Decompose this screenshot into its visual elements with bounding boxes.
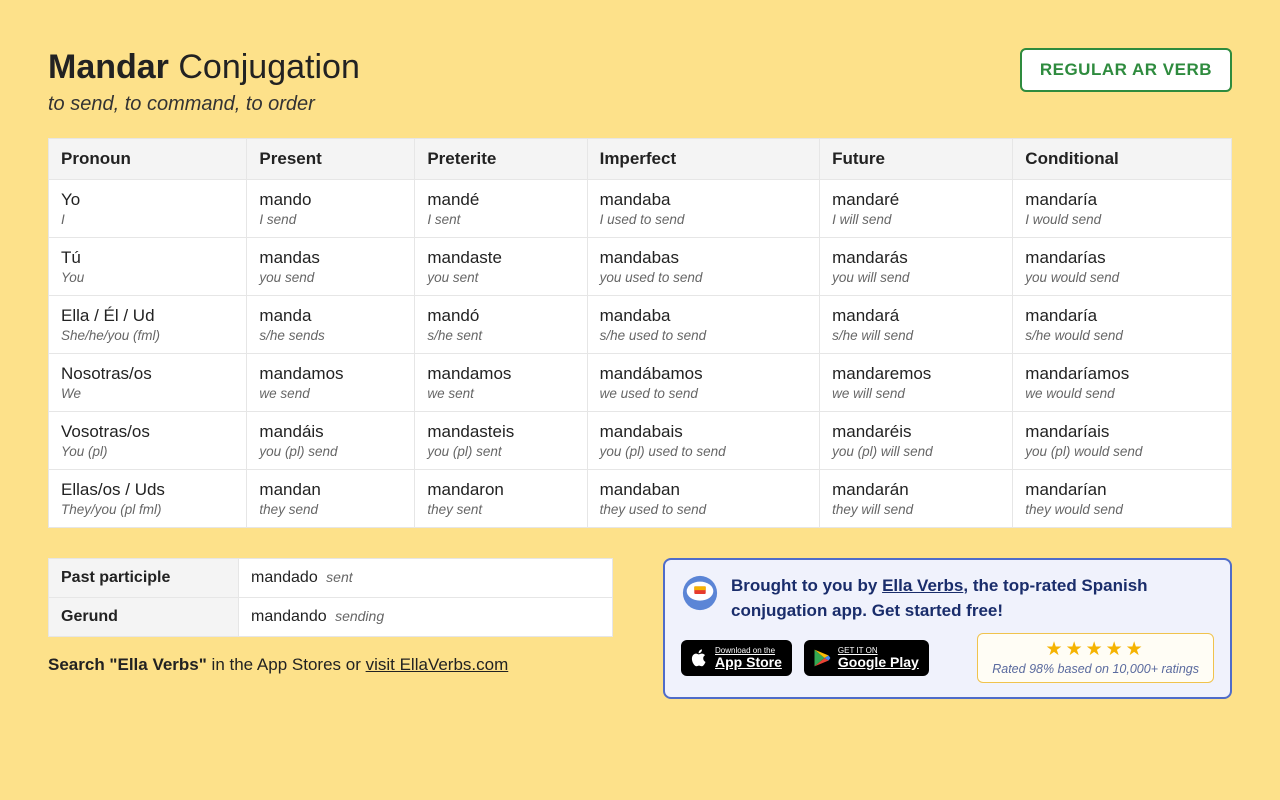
participles-table: Past participlemandado sentGerundmandand… xyxy=(48,558,613,637)
subtitle: to send, to command, to order xyxy=(48,93,360,116)
promo-box: Brought to you by Ella Verbs, the top-ra… xyxy=(663,558,1232,699)
ella-verbs-link[interactable]: Ella Verbs xyxy=(882,576,963,595)
google-play-button[interactable]: GET IT ON Google Play xyxy=(804,640,929,676)
conjugation-cell: mandabas/he used to send xyxy=(587,296,820,354)
page-title: Mandar Conjugation xyxy=(48,48,360,87)
app-store-button[interactable]: Download on the App Store xyxy=(681,640,792,676)
conjugation-cell: mandabanthey used to send xyxy=(587,470,820,528)
conjugation-cell: mandasyou send xyxy=(247,238,415,296)
conjugation-table: PronounPresentPreteriteImperfectFutureCo… xyxy=(48,138,1232,528)
google-play-icon xyxy=(812,648,832,668)
conjugation-cell: mandabasyou used to send xyxy=(587,238,820,296)
promo-text: Brought to you by Ella Verbs, the top-ra… xyxy=(731,574,1214,623)
visit-link[interactable]: visit EllaVerbs.com xyxy=(366,655,509,674)
conjugation-cell: mandéI sent xyxy=(415,180,587,238)
table-row: YoImandoI sendmandéI sentmandabaI used t… xyxy=(49,180,1232,238)
pronoun-cell: Ella / Él / UdShe/he/you (fml) xyxy=(49,296,247,354)
conjugation-cell: mandaréI will send xyxy=(820,180,1013,238)
conjugation-cell: mandaríanthey would send xyxy=(1013,470,1232,528)
pronoun-cell: TúYou xyxy=(49,238,247,296)
conjugation-cell: mandasteisyou (pl) sent xyxy=(415,412,587,470)
table-row: Past participlemandado sent xyxy=(49,559,613,598)
table-row: Ellas/os / UdsThey/you (pl fml)mandanthe… xyxy=(49,470,1232,528)
conjugation-cell: mandaronthey sent xyxy=(415,470,587,528)
table-row: Nosotras/osWemandamoswe sendmandamoswe s… xyxy=(49,354,1232,412)
participle-value: mandado sent xyxy=(239,559,613,598)
participle-label: Gerund xyxy=(49,598,239,637)
column-header: Imperfect xyxy=(587,139,820,180)
conjugation-cell: mandoI send xyxy=(247,180,415,238)
column-header: Future xyxy=(820,139,1013,180)
conjugation-cell: mandamoswe sent xyxy=(415,354,587,412)
app-logo-icon xyxy=(681,574,719,612)
conjugation-cell: mandarías/he would send xyxy=(1013,296,1232,354)
pronoun-cell: YoI xyxy=(49,180,247,238)
conjugation-cell: mandaránthey will send xyxy=(820,470,1013,528)
verb-type-badge: REGULAR AR VERB xyxy=(1020,48,1232,92)
conjugation-cell: mandarás/he will send xyxy=(820,296,1013,354)
stars-icon: ★★★★★ xyxy=(992,640,1199,659)
conjugation-cell: mandaréisyou (pl) will send xyxy=(820,412,1013,470)
conjugation-cell: mandamoswe send xyxy=(247,354,415,412)
conjugation-cell: mandarásyou will send xyxy=(820,238,1013,296)
pronoun-cell: Nosotras/osWe xyxy=(49,354,247,412)
column-header: Pronoun xyxy=(49,139,247,180)
conjugation-cell: mandabaisyou (pl) used to send xyxy=(587,412,820,470)
pronoun-cell: Vosotras/osYou (pl) xyxy=(49,412,247,470)
conjugation-cell: mandábamoswe used to send xyxy=(587,354,820,412)
conjugation-cell: mandasteyou sent xyxy=(415,238,587,296)
conjugation-cell: mandós/he sent xyxy=(415,296,587,354)
column-header: Preterite xyxy=(415,139,587,180)
conjugation-cell: mandaremoswe will send xyxy=(820,354,1013,412)
apple-icon xyxy=(689,648,709,668)
column-header: Conditional xyxy=(1013,139,1232,180)
conjugation-cell: mandaríaisyou (pl) would send xyxy=(1013,412,1232,470)
participle-label: Past participle xyxy=(49,559,239,598)
conjugation-cell: mandanthey send xyxy=(247,470,415,528)
search-hint: Search "Ella Verbs" in the App Stores or… xyxy=(48,655,613,675)
conjugation-cell: mandas/he sends xyxy=(247,296,415,354)
table-row: Vosotras/osYou (pl)mandáisyou (pl) sendm… xyxy=(49,412,1232,470)
conjugation-cell: mandaríamoswe would send xyxy=(1013,354,1232,412)
conjugation-cell: mandaríasyou would send xyxy=(1013,238,1232,296)
table-row: Ella / Él / UdShe/he/you (fml)mandas/he … xyxy=(49,296,1232,354)
conjugation-cell: mandaríaI would send xyxy=(1013,180,1232,238)
column-header: Present xyxy=(247,139,415,180)
conjugation-cell: mandabaI used to send xyxy=(587,180,820,238)
participle-value: mandando sending xyxy=(239,598,613,637)
table-row: TúYoumandasyou sendmandasteyou sentmanda… xyxy=(49,238,1232,296)
conjugation-cell: mandáisyou (pl) send xyxy=(247,412,415,470)
table-row: Gerundmandando sending xyxy=(49,598,613,637)
pronoun-cell: Ellas/os / UdsThey/you (pl fml) xyxy=(49,470,247,528)
rating-badge: ★★★★★ Rated 98% based on 10,000+ ratings xyxy=(977,633,1214,683)
